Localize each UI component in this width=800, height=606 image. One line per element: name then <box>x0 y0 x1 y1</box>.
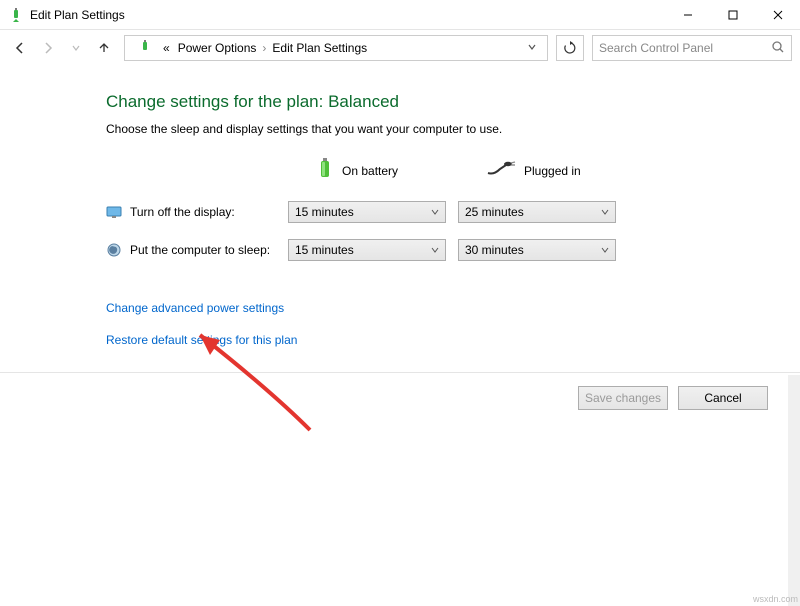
display-battery-dropdown[interactable]: 15 minutes <box>288 201 446 223</box>
watermark: wsxdn.com <box>753 594 798 604</box>
sleep-icon <box>106 242 122 258</box>
window-title: Edit Plan Settings <box>30 8 665 22</box>
cancel-button[interactable]: Cancel <box>678 386 768 410</box>
links-section: Change advanced power settings Restore d… <box>106 301 800 347</box>
save-button[interactable]: Save changes <box>578 386 668 410</box>
dropdown-value: 15 minutes <box>295 205 431 219</box>
scrollbar[interactable] <box>788 375 800 606</box>
sleep-battery-dropdown[interactable]: 15 minutes <box>288 239 446 261</box>
display-plugged-dropdown[interactable]: 25 minutes <box>458 201 616 223</box>
separator <box>0 372 800 373</box>
close-button[interactable] <box>755 0 800 29</box>
row-label-sleep: Put the computer to sleep: <box>106 242 288 258</box>
breadcrumb-prefix: « <box>159 41 174 55</box>
sleep-plugged-dropdown[interactable]: 30 minutes <box>458 239 616 261</box>
chevron-down-icon <box>431 205 439 219</box>
maximize-button[interactable] <box>710 0 755 29</box>
toolbar: « Power Options › Edit Plan Settings Sea… <box>0 30 800 66</box>
row-label-text: Turn off the display: <box>130 205 235 219</box>
plug-icon <box>486 161 516 180</box>
search-placeholder: Search Control Panel <box>599 41 771 55</box>
recent-dropdown-button[interactable] <box>64 36 88 60</box>
dropdown-value: 15 minutes <box>295 243 431 257</box>
page-heading: Change settings for the plan: Balanced <box>106 92 800 112</box>
row-label-text: Put the computer to sleep: <box>130 243 270 257</box>
column-label: On battery <box>342 164 398 178</box>
restore-defaults-link[interactable]: Restore default settings for this plan <box>106 333 800 347</box>
titlebar: Edit Plan Settings <box>0 0 800 30</box>
column-header-plugged: Plugged in <box>458 161 628 180</box>
breadcrumb-item[interactable]: Edit Plan Settings <box>268 41 371 55</box>
column-label: Plugged in <box>524 164 581 178</box>
chevron-down-icon[interactable] <box>523 41 541 55</box>
power-options-icon <box>137 39 155 57</box>
footer-buttons: Save changes Cancel <box>578 386 768 410</box>
search-icon <box>771 40 785 57</box>
chevron-right-icon: › <box>260 41 268 55</box>
app-icon <box>8 7 24 23</box>
search-input[interactable]: Search Control Panel <box>592 35 792 61</box>
back-button[interactable] <box>8 36 32 60</box>
minimize-button[interactable] <box>665 0 710 29</box>
main-content: Change settings for the plan: Balanced C… <box>0 66 800 347</box>
chevron-down-icon <box>431 243 439 257</box>
page-subtext: Choose the sleep and display settings th… <box>106 122 800 136</box>
chevron-down-icon <box>601 243 609 257</box>
address-bar[interactable]: « Power Options › Edit Plan Settings <box>124 35 548 61</box>
display-icon <box>106 204 122 220</box>
refresh-button[interactable] <box>556 35 584 61</box>
row-label-display: Turn off the display: <box>106 204 288 220</box>
battery-icon <box>316 156 334 185</box>
change-advanced-link[interactable]: Change advanced power settings <box>106 301 800 315</box>
column-header-battery: On battery <box>288 156 458 185</box>
chevron-down-icon <box>601 205 609 219</box>
forward-button[interactable] <box>36 36 60 60</box>
dropdown-value: 25 minutes <box>465 205 601 219</box>
breadcrumb-item[interactable]: Power Options <box>174 41 261 55</box>
window-controls <box>665 0 800 29</box>
dropdown-value: 30 minutes <box>465 243 601 257</box>
up-button[interactable] <box>92 36 116 60</box>
settings-grid: On battery Plugged in Turn off the displ… <box>106 156 800 261</box>
